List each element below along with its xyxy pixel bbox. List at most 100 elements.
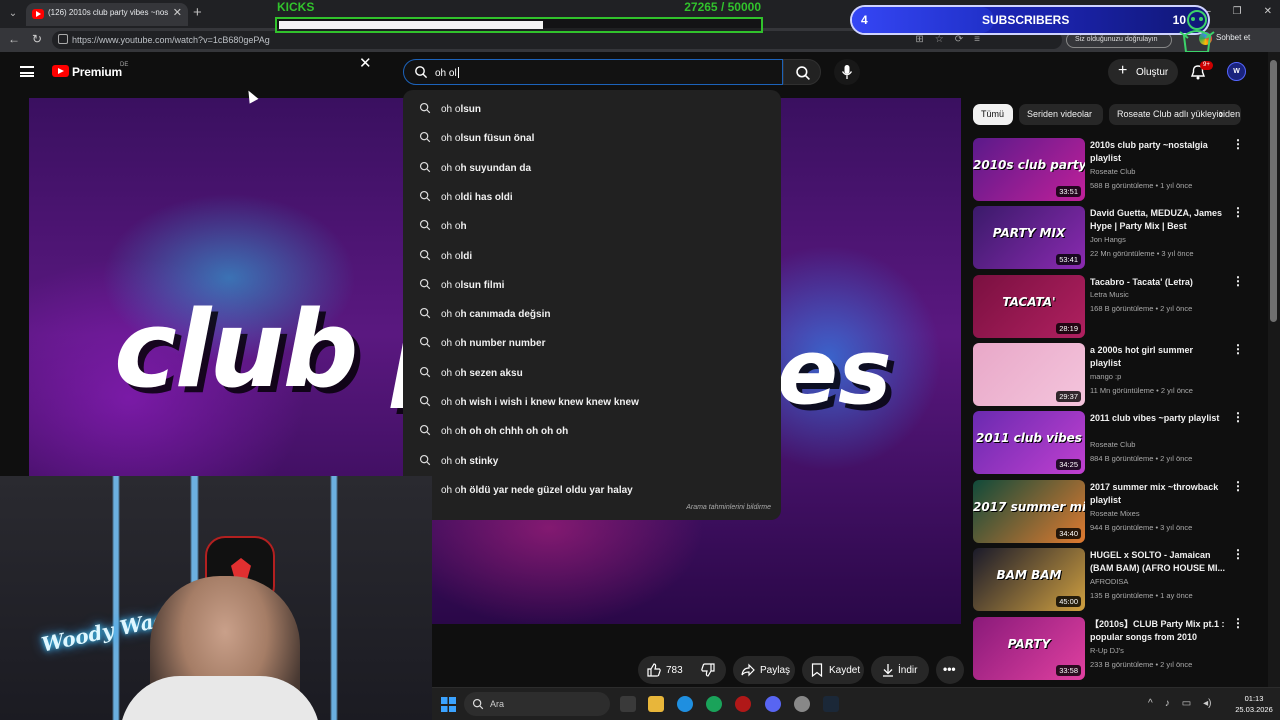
- task-view-icon[interactable]: [620, 696, 636, 712]
- video-thumbnail[interactable]: 2017 summer mix 34:40: [973, 480, 1085, 543]
- youtube-premium-logo[interactable]: Premium: [72, 65, 122, 79]
- tray-chevron-icon[interactable]: ^: [1148, 698, 1153, 709]
- more-vertical-icon[interactable]: ⋮: [1232, 411, 1244, 423]
- like-icon[interactable]: [647, 663, 661, 677]
- steam-icon[interactable]: [823, 696, 839, 712]
- edge-browser-icon[interactable]: [677, 696, 693, 712]
- chat-button[interactable]: Sohbet et: [1216, 33, 1250, 42]
- extensions-icon[interactable]: ⟳: [955, 34, 963, 45]
- suggestion-item[interactable]: oh oh oh oh chhh oh oh oh: [403, 415, 781, 444]
- chip-series[interactable]: Seriden videolar: [1019, 104, 1103, 125]
- video-title[interactable]: David Guetta, MEDUZA, James Hype | Party…: [1090, 207, 1226, 233]
- close-window-icon[interactable]: ✕: [1264, 6, 1272, 17]
- more-vertical-icon[interactable]: ⋮: [1232, 548, 1244, 560]
- search-button[interactable]: [783, 59, 821, 85]
- more-vertical-icon[interactable]: ⋮: [1232, 617, 1244, 629]
- recommendation-item[interactable]: 2017 summer mix 34:40 2017 summer mix ~thr…: [973, 480, 1244, 544]
- clock[interactable]: 01:13 25.03.2026: [1232, 693, 1276, 715]
- report-suggestions-link[interactable]: Arama tahminlerini bildirme: [686, 504, 771, 511]
- recommendation-item[interactable]: 2011 club vibes 34:25 2011 club vibes ~par…: [973, 411, 1244, 475]
- maximize-icon[interactable]: ❐: [1233, 6, 1242, 17]
- recommendation-item[interactable]: 2010s club party 33:51 2010s club party ~n…: [973, 138, 1244, 202]
- more-vertical-icon[interactable]: ⋮: [1232, 275, 1244, 287]
- tab-search-icon[interactable]: ⌄: [4, 6, 22, 22]
- suggestion-item[interactable]: oh olsun: [403, 93, 781, 122]
- video-thumbnail[interactable]: TACATA' 28:19: [973, 275, 1085, 338]
- suggestion-item[interactable]: oh oh öldü yar nede güzel oldu yar halay: [403, 474, 781, 503]
- video-thumbnail[interactable]: 2010s club party 33:51: [973, 138, 1085, 201]
- share-button[interactable]: Paylaş: [733, 656, 795, 684]
- browser-tab-active[interactable]: (126) 2010s club party vibes ~nosta ✕: [26, 3, 188, 26]
- install-app-icon[interactable]: ⊞: [915, 34, 923, 45]
- suggestion-item[interactable]: oh oh wish i wish i knew knew knew knew: [403, 386, 781, 415]
- suggestion-item[interactable]: oh olsun filmi: [403, 269, 781, 298]
- channel-name[interactable]: Jon Hangs: [1090, 235, 1230, 244]
- windows-start-icon[interactable]: [441, 697, 456, 712]
- chevron-right-icon[interactable]: ›: [1219, 106, 1223, 121]
- recommendation-item[interactable]: PARTY 33:58 【2010s】CLUB Party Mix pt.1 : p…: [973, 617, 1244, 681]
- app-green-icon[interactable]: [706, 696, 722, 712]
- channel-name[interactable]: Roseate Club: [1090, 440, 1230, 449]
- site-info-icon[interactable]: [58, 34, 68, 44]
- youtube-logo-icon[interactable]: [52, 65, 69, 77]
- more-vertical-icon[interactable]: ⋮: [1232, 343, 1244, 355]
- video-thumbnail[interactable]: 29:37: [973, 343, 1085, 406]
- video-title[interactable]: 2011 club vibes ~party playlist: [1090, 412, 1226, 425]
- taskbar-search[interactable]: Ara: [464, 692, 610, 716]
- video-thumbnail[interactable]: PARTY 33:58: [973, 617, 1085, 680]
- suggestion-item[interactable]: oh oldi: [403, 240, 781, 269]
- video-title[interactable]: 2017 summer mix ~throwback playlist: [1090, 481, 1226, 507]
- channel-name[interactable]: R-Up DJ's: [1090, 646, 1230, 655]
- recommendation-item[interactable]: 29:37 a 2000s hot girl summer playlist man…: [973, 343, 1244, 407]
- video-title[interactable]: a 2000s hot girl summer playlist: [1090, 344, 1226, 370]
- recommendation-item[interactable]: BAM BAM 45:00 HUGEL x SOLTO - Jamaican (BA…: [973, 548, 1244, 612]
- more-vertical-icon[interactable]: ⋮: [1232, 138, 1244, 150]
- tray-volume-icon[interactable]: ◂): [1203, 698, 1211, 709]
- channel-name[interactable]: mango :p: [1090, 372, 1230, 381]
- discord-icon[interactable]: [765, 696, 781, 712]
- video-thumbnail[interactable]: PARTY MIX 53:41: [973, 206, 1085, 269]
- avatar[interactable]: W: [1227, 62, 1246, 81]
- suggestion-item[interactable]: oh oh number number: [403, 327, 781, 356]
- channel-name[interactable]: Letra Music: [1090, 290, 1230, 299]
- video-title[interactable]: HUGEL x SOLTO - Jamaican (BAM BAM) (AFRO…: [1090, 549, 1226, 575]
- address-url[interactable]: https://www.youtube.com/watch?v=1cB680ge…: [72, 35, 270, 45]
- tray-network-icon[interactable]: ▭: [1182, 698, 1191, 709]
- channel-name[interactable]: Roseate Mixes: [1090, 509, 1230, 518]
- channel-name[interactable]: Roseate Club: [1090, 167, 1230, 176]
- reload-icon[interactable]: ↻: [32, 32, 42, 46]
- create-button[interactable]: + Oluştur: [1108, 59, 1178, 85]
- app-red-icon[interactable]: [735, 696, 751, 712]
- suggestion-item[interactable]: oh oh canımada değsin: [403, 298, 781, 327]
- video-title[interactable]: 2010s club party ~nostalgia playlist: [1090, 139, 1226, 165]
- suggestion-item[interactable]: oh olsun füsun önal: [403, 122, 781, 151]
- suggestion-item[interactable]: oh oldi has oldi: [403, 181, 781, 210]
- like-count[interactable]: 783: [666, 665, 683, 676]
- more-actions-button[interactable]: •••: [936, 656, 964, 684]
- save-button[interactable]: Kaydet: [802, 656, 864, 684]
- voice-search-button[interactable]: [834, 59, 860, 85]
- collections-icon[interactable]: ≡: [974, 34, 980, 45]
- new-tab-button[interactable]: +: [193, 4, 202, 21]
- more-vertical-icon[interactable]: ⋮: [1232, 206, 1244, 218]
- channel-name[interactable]: AFRODISA: [1090, 577, 1230, 586]
- video-title[interactable]: 【2010s】CLUB Party Mix pt.1 : popular son…: [1090, 618, 1226, 644]
- suggestion-item[interactable]: oh oh: [403, 210, 781, 239]
- suggestion-item[interactable]: oh oh sezen aksu: [403, 357, 781, 386]
- video-thumbnail[interactable]: 2011 club vibes 34:25: [973, 411, 1085, 474]
- tab-close-icon[interactable]: ✕: [173, 6, 182, 19]
- search-query-text[interactable]: oh ol: [435, 67, 459, 79]
- more-vertical-icon[interactable]: ⋮: [1232, 480, 1244, 492]
- video-thumbnail[interactable]: BAM BAM 45:00: [973, 548, 1085, 611]
- menu-icon[interactable]: [20, 66, 34, 77]
- recommendation-item[interactable]: TACATA' 28:19 Tacabro - Tacata' (Letra) Let…: [973, 275, 1244, 339]
- video-title[interactable]: Tacabro - Tacata' (Letra): [1090, 276, 1226, 289]
- scrollbar-thumb[interactable]: [1270, 60, 1277, 322]
- chrome-icon[interactable]: [794, 696, 810, 712]
- clear-search-icon[interactable]: ✕: [359, 56, 372, 71]
- tray-mic-icon[interactable]: ♪: [1165, 698, 1170, 709]
- search-input[interactable]: oh ol: [403, 59, 783, 85]
- download-button[interactable]: İndir: [871, 656, 929, 684]
- file-explorer-icon[interactable]: [648, 696, 664, 712]
- bookmark-star-icon[interactable]: ☆: [935, 34, 944, 45]
